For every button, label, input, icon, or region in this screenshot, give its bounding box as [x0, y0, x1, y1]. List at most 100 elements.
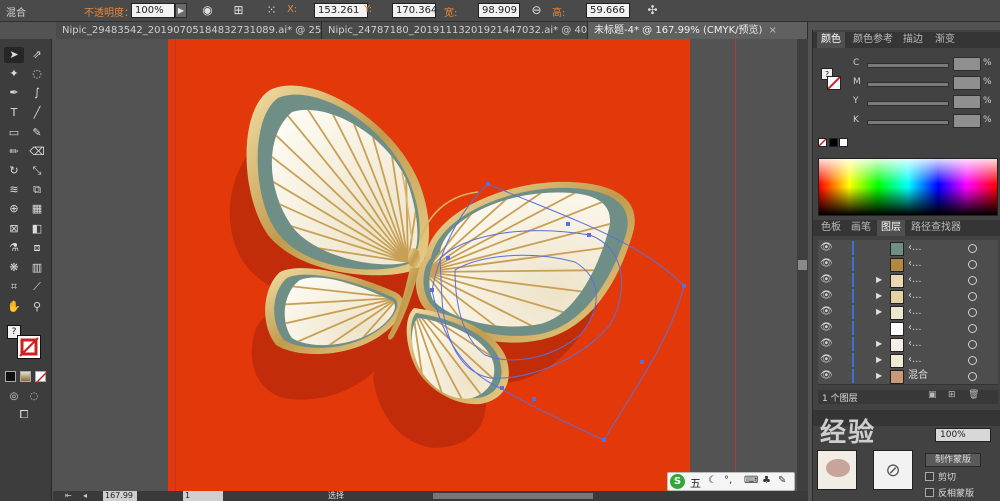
eye-icon[interactable]: 👁 [820, 336, 833, 352]
invert-mask-checkbox[interactable] [925, 488, 934, 497]
eye-icon[interactable]: 👁 [820, 288, 833, 304]
color-spectrum[interactable] [818, 158, 998, 216]
free-transform-icon[interactable]: ⧉ [27, 182, 47, 198]
eye-icon[interactable]: 👁 [820, 368, 833, 384]
eye-icon[interactable]: 👁 [820, 272, 833, 288]
pencil-tool-icon[interactable]: ✏ [4, 144, 24, 160]
artboard-tool-icon[interactable]: ⌗ [4, 279, 24, 295]
tab-document-1[interactable]: Nipic_29483542_20190705184832731089.ai* … [56, 22, 322, 39]
prev-icon[interactable]: ◂ [83, 491, 93, 501]
moon-icon[interactable]: ☾ [708, 475, 717, 486]
black-slider[interactable]: K% [853, 114, 999, 128]
hand-tool-icon[interactable]: ✋ [4, 299, 24, 315]
opacity-input[interactable]: 100% [131, 3, 175, 18]
close-icon[interactable]: × [768, 25, 776, 36]
zoom-input[interactable]: 167.99 [103, 491, 137, 501]
tab-document-2[interactable]: Nipic_24787180_20191113201921447032.ai* … [322, 22, 588, 39]
lasso-icon[interactable]: ◌ [27, 66, 47, 82]
canvas-area[interactable] [53, 39, 808, 491]
color-mode-icon[interactable] [5, 371, 16, 382]
screen-mode-icon[interactable]: ⧠ [14, 407, 34, 423]
cyan-slider[interactable]: C% [853, 57, 999, 71]
target-icon[interactable] [968, 276, 977, 285]
expand-icon[interactable]: ▶ [876, 304, 882, 320]
expand-icon[interactable]: ▶ [876, 288, 882, 304]
opacity-dropdown-arrow-icon[interactable]: ▶ [175, 3, 187, 18]
yellow-value[interactable] [953, 95, 981, 109]
new-sublayer-icon[interactable]: ⊞ [948, 390, 956, 400]
scroll-thumb[interactable] [798, 260, 807, 270]
selection-tool-icon[interactable]: ➤ [4, 47, 24, 63]
skin-icon[interactable]: ♣ [762, 475, 771, 486]
black-swatch[interactable] [829, 138, 838, 147]
stroke-swatch[interactable] [17, 335, 41, 359]
rotate-tool-icon[interactable]: ↻ [4, 163, 24, 179]
target-icon[interactable] [968, 324, 977, 333]
height-input[interactable]: 59.666 [586, 3, 630, 18]
blend-tool-icon[interactable]: ⧈ [27, 240, 47, 256]
ime-toolbar[interactable]: S 五 ☾ °, ⌨ ♣ ✎ [667, 472, 795, 491]
width-input[interactable]: 98.909 [478, 3, 520, 18]
panel-stroke-swatch[interactable] [827, 76, 841, 90]
tab-gradient[interactable]: 渐变 [931, 32, 959, 48]
recolor-icon[interactable]: ◉ [199, 2, 216, 19]
magenta-slider[interactable]: M% [853, 76, 999, 90]
cyan-value[interactable] [953, 57, 981, 71]
tab-color[interactable]: 颜色 [817, 32, 845, 48]
eye-icon[interactable]: 👁 [820, 352, 833, 368]
scale-tool-icon[interactable]: ⤡ [27, 163, 47, 179]
perspective-grid-icon[interactable]: ▦ [27, 201, 47, 217]
transform-icon[interactable]: ✣ [644, 2, 661, 19]
target-icon[interactable] [968, 244, 977, 253]
clip-checkbox[interactable] [925, 472, 934, 481]
magenta-value[interactable] [953, 76, 981, 90]
horizontal-scrollbar[interactable] [433, 493, 593, 499]
tools-icon[interactable]: ✎ [778, 475, 786, 486]
y-input[interactable]: 170.364 [392, 3, 437, 18]
target-icon[interactable] [968, 372, 977, 381]
trash-icon[interactable]: 🗑 [968, 390, 979, 400]
gradient-mode-icon[interactable] [20, 371, 31, 382]
align-icon[interactable]: ⊞ [230, 2, 247, 19]
object-thumbnail[interactable] [817, 450, 857, 490]
eye-icon[interactable]: 👁 [820, 304, 833, 320]
white-swatch[interactable] [839, 138, 848, 147]
none-mode-icon[interactable] [35, 371, 47, 383]
none-swatch[interactable] [818, 138, 827, 147]
symbol-sprayer-icon[interactable]: ❋ [4, 260, 24, 276]
black-value[interactable] [953, 114, 981, 128]
page-input[interactable]: 1 [183, 491, 223, 501]
tab-swatches[interactable]: 色板 [817, 220, 845, 236]
expand-icon[interactable]: ▶ [876, 336, 882, 352]
shape-builder-icon[interactable]: ⊕ [4, 201, 24, 217]
eye-icon[interactable]: 👁 [820, 320, 833, 336]
expand-icon[interactable]: ▶ [876, 352, 882, 368]
eraser-tool-icon[interactable]: ⌫ [27, 144, 47, 160]
target-icon[interactable] [968, 340, 977, 349]
type-tool-icon[interactable]: T [4, 105, 24, 121]
magic-wand-icon[interactable]: ✦ [4, 66, 24, 82]
target-icon[interactable] [968, 308, 977, 317]
layer-row[interactable]: 👁 ‹... [818, 240, 998, 257]
curvature-tool-icon[interactable]: ∫ [27, 85, 47, 101]
pen-tool-icon[interactable]: ✒ [4, 85, 24, 101]
eyedropper-icon[interactable]: ⚗ [4, 240, 24, 256]
link-icon[interactable]: ⊖ [528, 2, 545, 19]
mesh-tool-icon[interactable]: ⊠ [4, 221, 24, 237]
zoom-tool-icon[interactable]: ⚲ [27, 299, 47, 315]
punctuation-icon[interactable]: °, [724, 475, 732, 486]
line-tool-icon[interactable]: ╱ [27, 105, 47, 121]
target-icon[interactable] [968, 356, 977, 365]
target-icon[interactable] [968, 260, 977, 269]
gradient-tool-icon[interactable]: ◧ [27, 221, 47, 237]
layer-row[interactable]: 👁 ▶ ‹... [818, 288, 998, 305]
x-input[interactable]: 153.261 [314, 3, 368, 18]
layer-row[interactable]: 👁 ▶ ‹... [818, 352, 998, 369]
slice-tool-icon[interactable]: ⟋ [27, 279, 47, 295]
layer-row[interactable]: 👁 ‹... [818, 320, 998, 337]
butterfly-artwork[interactable] [53, 39, 808, 491]
keyboard-icon[interactable]: ⌨ [744, 475, 758, 486]
tab-pathfinder[interactable]: 路径查找器 [907, 220, 965, 236]
tab-color-guide[interactable]: 颜色参考 [849, 32, 897, 48]
direct-selection-tool-icon[interactable]: ⇗ [27, 47, 47, 63]
